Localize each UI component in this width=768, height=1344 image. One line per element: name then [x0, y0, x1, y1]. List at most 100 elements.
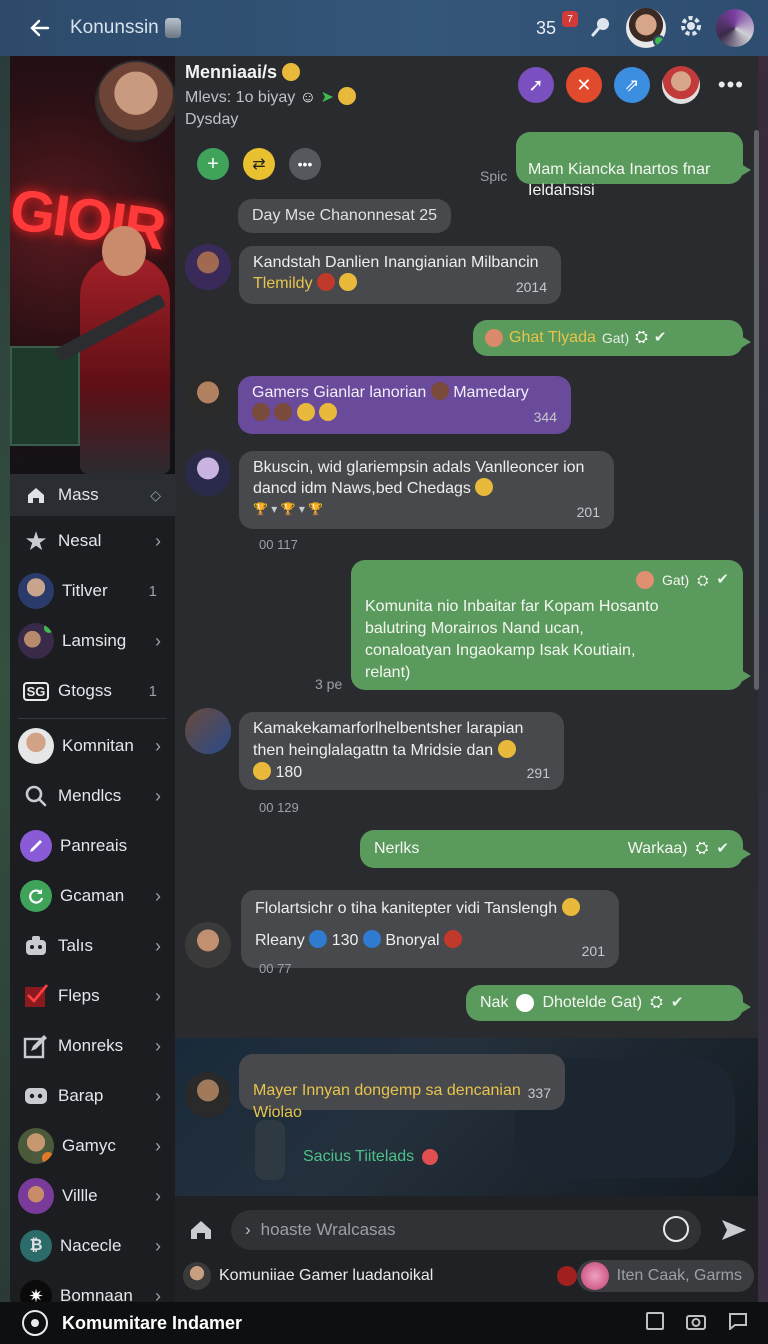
- back-arrow-icon[interactable]: [28, 16, 52, 40]
- message-bubble[interactable]: Gat) ⛭ ✔ Komunita nio Inbaitar far Kopam…: [351, 560, 751, 690]
- sender-avatar[interactable]: [185, 244, 231, 290]
- close-button[interactable]: ✕: [565, 67, 602, 103]
- sidebar-item-nesal[interactable]: ★ Nesal ›: [10, 516, 175, 566]
- sidebar-item-mendlcs[interactable]: Mendlcs ›: [10, 771, 175, 821]
- rocket-button[interactable]: ➚: [517, 67, 554, 103]
- sidebar-item-panreais[interactable]: Panreais: [10, 821, 175, 871]
- chat-title: Menniaai/s: [185, 62, 356, 83]
- message-text: Mam Kiancka Inartos fnar Ieldahsisi: [528, 161, 711, 199]
- message-bubble[interactable]: Bkuscin, wid glariempsin adals Vanlleonc…: [239, 451, 614, 529]
- message-bubble[interactable]: Nerlks Warkaa) ⛭ ✔: [360, 830, 751, 868]
- message-text-tertiary: Bnoryal: [385, 932, 440, 949]
- chevron-right-icon: ›: [245, 1220, 251, 1239]
- message-bubble[interactable]: Flolartsichr o tiha kanitepter vidi Tans…: [241, 890, 619, 968]
- message-bubble[interactable]: Kamakekamarforlhelbentsher larapian then…: [239, 712, 564, 790]
- sidebar-item-label: Fleps: [58, 986, 100, 1005]
- chevron-right-icon: ›: [155, 935, 161, 956]
- chevron-right-icon: ›: [155, 1135, 161, 1156]
- emoji-icon: [274, 403, 293, 421]
- message-bubble[interactable]: Mam Kiancka Inartos fnar Ieldahsisi: [516, 132, 751, 199]
- chat-scrollbar[interactable]: [754, 130, 759, 690]
- sidebar-item-label: Gcaman: [60, 886, 125, 905]
- sidebar-item-gtogss[interactable]: SG Gtogss 1: [10, 666, 175, 716]
- more-button[interactable]: •••: [289, 148, 321, 180]
- message-stamp: 00 77: [259, 961, 292, 976]
- game-avatar-icon: [580, 1262, 609, 1290]
- sender-avatar[interactable]: [185, 708, 231, 754]
- system-bar: Komumitare Indamer: [0, 1302, 768, 1344]
- chevron-right-icon: ›: [155, 1035, 161, 1056]
- camera-icon[interactable]: [686, 1312, 706, 1335]
- message-time: 201: [576, 504, 600, 520]
- settings-gear-icon[interactable]: [678, 13, 704, 44]
- soldier-figure-graphic: [80, 256, 170, 474]
- message-input[interactable]: › hoaste Wralcasas: [231, 1210, 701, 1250]
- sender-avatar[interactable]: [185, 922, 231, 968]
- sidebar-item-titlver[interactable]: Titlver 1: [10, 566, 175, 616]
- message-bubble[interactable]: Kandstah Danlien Inangianian Milbancin T…: [239, 246, 561, 304]
- more-options-icon[interactable]: •••: [718, 72, 744, 98]
- sidebar-item-gamyc[interactable]: Gamyc ›: [10, 1121, 175, 1171]
- sidebar-item-mass[interactable]: Mass ◇: [10, 474, 175, 516]
- message-bubble[interactable]: Gamers Gianlar lanorian Mamedary 344: [238, 376, 571, 434]
- app-logo-icon[interactable]: [22, 1310, 48, 1336]
- share-button[interactable]: ⇗: [613, 67, 650, 103]
- sidebar-item-komnitan[interactable]: Komnitan ›: [10, 721, 175, 771]
- window-icon[interactable]: [646, 1312, 664, 1330]
- chat-bubble-icon[interactable]: [728, 1312, 748, 1335]
- message-bubble[interactable]: Mayer Innyan dongemp sa dencanian Wiolao…: [239, 1054, 565, 1121]
- unread-count: 1: [148, 582, 157, 600]
- send-icon[interactable]: [720, 1218, 748, 1242]
- chevron-right-icon: ›: [155, 630, 161, 651]
- link-button[interactable]: ⇄: [243, 148, 275, 180]
- community-footer[interactable]: Komuniiae Gamer luadanoikal: [183, 1262, 433, 1290]
- read-check-icon: ✔: [653, 329, 667, 346]
- notification-badge: 7: [562, 11, 578, 27]
- emoji-icon: [635, 571, 654, 589]
- chat-header-actions: ➚ ✕ ⇗ •••: [517, 66, 744, 104]
- home-icon[interactable]: [189, 1218, 215, 1244]
- sidebar-item-talis[interactable]: Talıs ›: [10, 921, 175, 971]
- contact-avatar-large[interactable]: [95, 60, 177, 142]
- message-time: 291: [526, 765, 550, 781]
- photo-caption: Sacius Tiitelads: [303, 1148, 439, 1166]
- emoji-icon: [319, 403, 338, 421]
- add-button[interactable]: +: [197, 148, 229, 180]
- sidebar-item-barap[interactable]: Barap ›: [10, 1071, 175, 1121]
- soldier-head-graphic: [102, 226, 146, 276]
- message-text: Flolartsichr o tiha kanitepter vidi Tans…: [255, 900, 558, 917]
- mini-avatar-icon: [164, 18, 181, 38]
- sender-avatar[interactable]: [185, 450, 231, 496]
- notification-count: 35: [535, 17, 556, 38]
- emoji-icon: [430, 382, 449, 400]
- gamepad-icon: [22, 932, 50, 960]
- message-bubble[interactable]: Ghat Tlyada Gat) ⛭ ✔: [473, 320, 751, 356]
- sender-avatar[interactable]: [185, 374, 231, 420]
- message-text: Kandstah Danlien Inangianian Milbancin: [253, 254, 539, 271]
- message-stamp: Spic: [480, 168, 508, 184]
- sidebar-item-villle[interactable]: Villle ›: [10, 1171, 175, 1221]
- profile-avatar[interactable]: [626, 8, 666, 48]
- game-icon: [556, 1266, 577, 1286]
- member-avatar[interactable]: [661, 66, 700, 104]
- chevron-right-icon: ›: [155, 785, 161, 806]
- game-avatar[interactable]: [716, 9, 754, 47]
- sidebar-item-lamsing[interactable]: Lamsing ›: [10, 616, 175, 666]
- sidebar-item-nacecle[interactable]: ₿ Nacecle ›: [10, 1221, 175, 1271]
- message-bubble[interactable]: Nak Dhotelde Gat) ⛭ ✔: [466, 985, 751, 1021]
- game-chip[interactable]: Iten Caak, Garms: [556, 1260, 754, 1292]
- game-chip-text: Iten Caak, Garms: [616, 1267, 742, 1284]
- emoji-icon: [516, 994, 535, 1012]
- top-title[interactable]: Konunssin: [70, 17, 181, 39]
- message-meta: Gat): [661, 572, 690, 588]
- message-text: Nerlks: [374, 840, 420, 857]
- sidebar-item-gcaman[interactable]: Gcaman ›: [10, 871, 175, 921]
- avatar-icon: [18, 1128, 54, 1164]
- emoji-picker-icon[interactable]: [663, 1216, 689, 1242]
- sidebar-item-fleps[interactable]: Fleps ›: [10, 971, 175, 1021]
- system-date-pill: Day Mse Chanonnesat 25: [238, 199, 451, 233]
- sidebar-item-monreks[interactable]: Monreks ›: [10, 1021, 175, 1071]
- sender-avatar[interactable]: [185, 1072, 231, 1118]
- sidebar-list: Mass ◇ ★ Nesal › Titlver 1 Lamsing › SG …: [10, 474, 175, 1321]
- search-icon[interactable]: [590, 14, 614, 43]
